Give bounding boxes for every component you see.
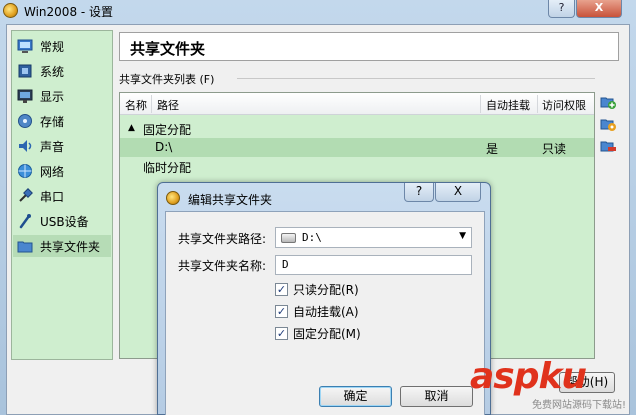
permanent-checkbox-row[interactable]: ✓ 固定分配(M) <box>275 325 361 342</box>
sidebar-item-storage[interactable]: 存储 <box>13 110 111 132</box>
permanent-checkbox-label: 固定分配(M) <box>293 327 361 341</box>
serial-port-icon <box>17 188 33 204</box>
access-cell: 只读 <box>542 142 567 156</box>
folder-name-label: 共享文件夹名称: <box>178 259 267 273</box>
folder-path-value: D:\ <box>302 231 322 244</box>
system-icon <box>17 63 33 79</box>
auto-mount-checkbox[interactable]: ✓ <box>275 305 288 318</box>
window-title: Win2008 - 设置 <box>24 5 114 19</box>
sidebar-item-usb[interactable]: USB设备 <box>13 210 111 232</box>
auto-mount-checkbox-label: 自动挂载(A) <box>293 305 359 319</box>
page-header: 共享文件夹 <box>119 32 619 61</box>
add-folder-button[interactable] <box>599 94 617 112</box>
column-separator <box>151 95 152 113</box>
folder-name-cell: D:\ <box>155 140 173 154</box>
audio-icon <box>17 138 33 154</box>
main-help-button[interactable]: 帮助(H) <box>559 372 615 393</box>
sidebar-item-general[interactable]: 常规 <box>13 35 111 57</box>
sidebar-item-shared-folders[interactable]: 共享文件夹 <box>13 235 111 257</box>
collapse-arrow-icon[interactable]: ▲ <box>128 123 135 133</box>
title-bar[interactable]: Win2008 - 设置 ? X <box>0 0 636 22</box>
tree-group-fixed[interactable]: ▲ 固定分配 <box>120 119 594 138</box>
network-icon <box>17 163 33 179</box>
sidebar-item-label: 声音 <box>40 139 65 154</box>
sidebar-item-label: 存储 <box>40 114 65 129</box>
sidebar-item-audio[interactable]: 声音 <box>13 135 111 157</box>
page-title: 共享文件夹 <box>130 40 206 58</box>
readonly-checkbox-row[interactable]: ✓ 只读分配(R) <box>275 281 359 298</box>
folder-path-combo[interactable]: D:\ ▼ <box>275 227 472 248</box>
dialog-close-button[interactable]: X <box>435 183 481 202</box>
sidebar-item-label: 显示 <box>40 89 65 104</box>
dialog-title: 编辑共享文件夹 <box>188 193 273 207</box>
permanent-checkbox[interactable]: ✓ <box>275 327 288 340</box>
add-folder-icon <box>600 94 616 113</box>
display-icon <box>17 88 33 104</box>
readonly-checkbox-label: 只读分配(R) <box>293 283 359 297</box>
drive-icon <box>281 233 296 243</box>
storage-icon <box>17 113 33 129</box>
sidebar-item-label: 常规 <box>40 39 65 54</box>
dialog-body: 共享文件夹路径: D:\ ▼ 共享文件夹名称: D ✓ 只读分配(R) ✓ 自动… <box>165 211 485 415</box>
virtualbox-icon <box>166 191 180 205</box>
shared-folder-list-label: 共享文件夹列表 (F) <box>119 73 215 86</box>
sidebar-item-label: 串口 <box>40 189 65 204</box>
sidebar-item-system[interactable]: 系统 <box>13 60 111 82</box>
shared-folder-icon <box>17 238 33 254</box>
sidebar-item-label: 网络 <box>40 164 65 179</box>
usb-icon <box>17 213 33 229</box>
edit-folder-icon <box>600 116 616 135</box>
folder-name-value: D <box>282 258 289 271</box>
column-header-auto-mount[interactable]: 自动挂载 <box>486 97 530 113</box>
group-divider <box>237 78 595 79</box>
group-label: 固定分配 <box>143 123 192 137</box>
close-button[interactable]: X <box>576 0 622 18</box>
general-icon <box>17 38 33 54</box>
ok-button[interactable]: 确定 <box>319 386 392 407</box>
column-separator <box>537 95 538 113</box>
table-row[interactable]: D:\ 是 只读 <box>120 138 594 157</box>
dialog-help-button[interactable]: ? <box>404 183 434 202</box>
folder-name-input[interactable]: D <box>275 255 472 275</box>
column-separator <box>480 95 481 113</box>
sidebar-item-label: USB设备 <box>40 214 89 229</box>
sidebar-item-serial-port[interactable]: 串口 <box>13 185 111 207</box>
column-header-name[interactable]: 名称 <box>125 97 147 113</box>
column-header-access[interactable]: 访问权限 <box>542 97 586 113</box>
readonly-checkbox[interactable]: ✓ <box>275 283 288 296</box>
sidebar-item-network[interactable]: 网络 <box>13 160 111 182</box>
edit-folder-button[interactable] <box>599 116 617 134</box>
group-label: 临时分配 <box>143 161 192 175</box>
chevron-down-icon[interactable]: ▼ <box>459 231 466 241</box>
sidebar-item-label: 系统 <box>40 64 65 79</box>
column-header-path[interactable]: 路径 <box>157 97 179 113</box>
help-title-button[interactable]: ? <box>548 0 575 18</box>
folder-path-label: 共享文件夹路径: <box>178 232 267 246</box>
virtualbox-icon <box>3 3 18 18</box>
remove-folder-button[interactable] <box>599 138 617 156</box>
auto-mount-cell: 是 <box>486 142 499 156</box>
auto-mount-checkbox-row[interactable]: ✓ 自动挂载(A) <box>275 303 359 320</box>
tree-header: 名称 路径 自动挂载 访问权限 <box>120 93 594 115</box>
settings-sidebar: 常规 系统 显示 存储 声音 网络 串口 USB设备 共享文件夹 <box>11 30 113 360</box>
edit-shared-folder-dialog: 编辑共享文件夹 ? X 共享文件夹路径: D:\ ▼ 共享文件夹名称: D ✓ … <box>157 182 491 415</box>
sidebar-item-display[interactable]: 显示 <box>13 85 111 107</box>
remove-folder-icon <box>600 138 616 157</box>
cancel-button[interactable]: 取消 <box>400 386 473 407</box>
tree-group-temporary[interactable]: 临时分配 <box>120 157 594 176</box>
sidebar-item-label: 共享文件夹 <box>40 239 101 254</box>
